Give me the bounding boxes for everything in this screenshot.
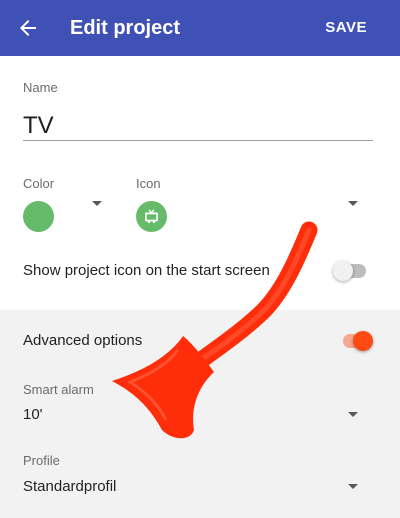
page-title: Edit project [70,17,181,39]
icon-selector[interactable] [136,201,167,232]
tv-icon [145,209,158,223]
smart-alarm-value[interactable]: 10' [23,406,43,424]
name-field[interactable]: TV [23,112,54,140]
profile-dropdown-icon[interactable] [348,484,358,489]
icon-dropdown-icon[interactable] [348,201,358,206]
switch-thumb [353,331,373,351]
name-label: Name [23,80,58,95]
switch-thumb [333,261,353,281]
back-arrow-icon[interactable] [16,16,40,40]
profile-label: Profile [23,453,60,468]
smart-alarm-dropdown-icon[interactable] [348,412,358,417]
advanced-options-label: Advanced options [23,332,143,349]
color-swatch[interactable] [23,201,54,232]
show-icon-label: Show project icon on the start screen [23,262,270,279]
smart-alarm-label: Smart alarm [23,382,94,397]
profile-value[interactable]: Standardprofil [23,478,116,496]
name-field-underline [23,140,373,141]
color-label: Color [23,176,55,191]
app-bar: Edit project SAVE [0,0,400,56]
save-button[interactable]: SAVE [325,19,367,37]
color-dropdown-icon[interactable] [92,201,102,206]
icon-label: Icon [136,176,161,191]
